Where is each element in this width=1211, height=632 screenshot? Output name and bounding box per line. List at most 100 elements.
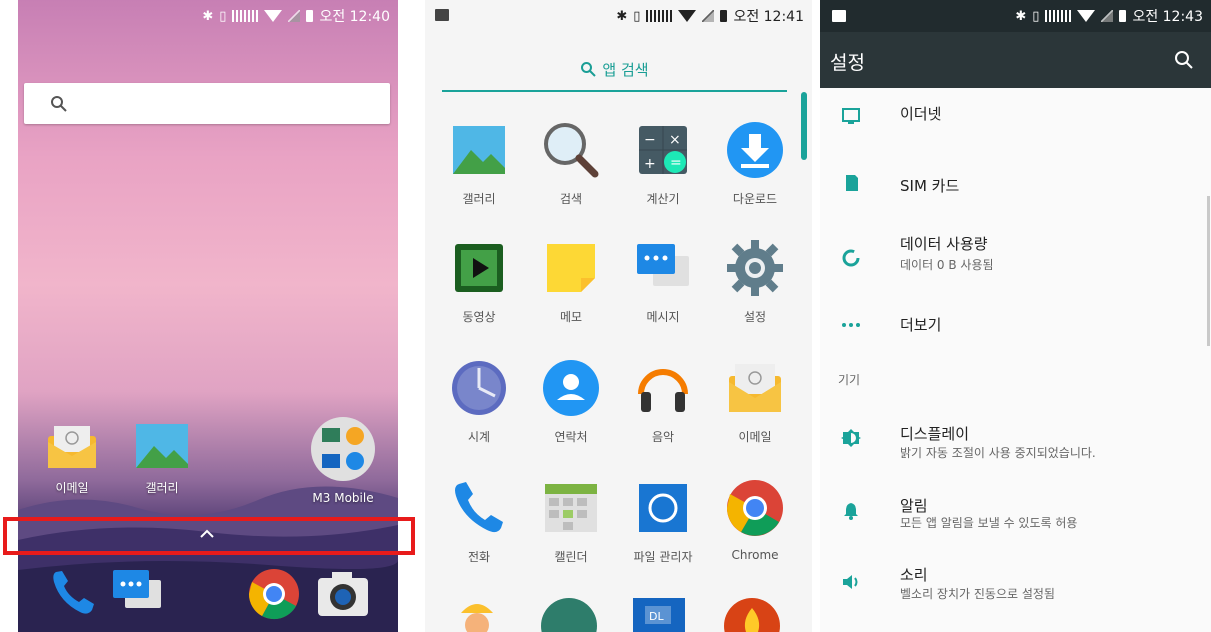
- wifi-icon: [264, 10, 283, 22]
- app-label: 메모: [559, 310, 583, 324]
- dl-app-icon[interactable]: DL: [631, 596, 687, 632]
- drawer-app-gallery[interactable]: 갤러리: [433, 120, 525, 207]
- drawer-app-chrome[interactable]: Chrome: [709, 478, 801, 562]
- drawer-app-memo[interactable]: 메모: [525, 238, 617, 325]
- drawer-app-file-manager[interactable]: 파일 관리자: [617, 478, 709, 565]
- sim-card-icon: [846, 175, 858, 191]
- drawer-app-calendar[interactable]: 캘린더: [525, 478, 617, 565]
- worker-app-icon[interactable]: [449, 595, 505, 632]
- contacts-icon: [543, 360, 599, 416]
- drawer-app-messages[interactable]: 메시지: [617, 238, 709, 325]
- no-signal-icon: [1101, 10, 1114, 22]
- bluetooth-icon: ✱: [1015, 8, 1027, 24]
- status-bar: ✱ ▯ 오전 12:41: [425, 0, 812, 32]
- settings-item-ethernet[interactable]: 이더넷: [820, 90, 1211, 154]
- email-icon: [48, 426, 96, 468]
- messages-icon: [637, 244, 689, 286]
- drawer-app-email[interactable]: 이메일: [709, 358, 801, 445]
- battery-icon: [1119, 10, 1127, 22]
- drawer-app-phone[interactable]: 전화: [433, 478, 525, 565]
- gear-icon: [727, 240, 783, 296]
- data-usage-icon: [842, 249, 860, 267]
- drawer-app-clock[interactable]: 시계: [433, 358, 525, 445]
- settings-item-subtitle: 밝기 자동 조절이 사용 중지되었습니다.: [900, 446, 1096, 460]
- app-label: 설정: [743, 310, 767, 324]
- app-label: 음악: [651, 430, 675, 444]
- drawer-scrollbar[interactable]: [801, 92, 807, 160]
- phone-icon: [455, 482, 503, 533]
- settings-item-title: SIM 카드: [900, 177, 960, 195]
- app-label: M3 Mobile: [312, 491, 374, 505]
- svg-text:=: =: [670, 155, 682, 171]
- home-app-gallery[interactable]: 갤러리: [134, 422, 190, 496]
- ethernet-icon: [842, 108, 860, 124]
- app-search-field[interactable]: 앱 검색: [442, 48, 787, 92]
- settings-scrollbar[interactable]: [1207, 196, 1210, 346]
- drawer-app-contacts[interactable]: 연락처: [525, 358, 617, 445]
- sound-icon: [843, 575, 858, 589]
- app-label: 검색: [559, 192, 583, 206]
- chrome-icon[interactable]: [248, 568, 300, 620]
- highlight-box: [3, 517, 415, 555]
- m3-mobile-folder-icon: [311, 417, 375, 481]
- page-title: 설정: [830, 52, 865, 74]
- battery-icon: [720, 10, 728, 22]
- gallery-icon: [453, 126, 505, 174]
- app-label: 갤러리: [462, 192, 496, 206]
- settings-item-display[interactable]: 디스플레이 밝기 자동 조절이 사용 중지되었습니다.: [820, 420, 1211, 484]
- app-label: 캘린더: [554, 550, 588, 564]
- settings-item-sim-card[interactable]: SIM 카드: [820, 160, 1211, 224]
- vibrate-icon: ▯: [633, 8, 641, 24]
- settings-item-sound[interactable]: 소리 벨소리 장치가 진동으로 설정됨: [820, 563, 1211, 627]
- app-label: 전화: [467, 550, 491, 564]
- app-label: 동영상: [462, 310, 496, 324]
- drawer-app-search[interactable]: 검색: [525, 120, 617, 207]
- status-bar: ✱ ▯ 오전 12:43: [820, 0, 1211, 32]
- calendar-icon: [545, 484, 597, 532]
- app-label: 갤러리: [145, 481, 179, 495]
- status-time: 오전 12:41: [733, 9, 804, 25]
- app-label: Chrome: [731, 548, 779, 562]
- no-signal-icon: [288, 10, 301, 22]
- app-label: 연락처: [554, 430, 588, 444]
- more-icon: [842, 323, 860, 327]
- messages-icon[interactable]: [111, 566, 165, 616]
- gallery-notification-icon: [832, 10, 846, 22]
- app-label: 이메일: [738, 430, 772, 444]
- app-label: 시계: [467, 430, 491, 444]
- settings-panel: ✱ ▯ 오전 12:43 설정 이더넷 SIM 카드 데이터 사용량 데이터 0…: [820, 0, 1211, 632]
- vibrate-icon: ▯: [1032, 8, 1040, 24]
- settings-item-notifications[interactable]: 알림 모든 앱 알림을 보낼 수 있도록 허용: [820, 492, 1211, 556]
- settings-item-title: 디스플레이: [900, 425, 970, 443]
- magnifier-icon: [544, 123, 599, 178]
- settings-item-title: 알림: [900, 497, 928, 515]
- drawer-app-settings[interactable]: 설정: [709, 238, 801, 325]
- settings-item-subtitle: 데이터 0 B 사용됨: [900, 258, 994, 272]
- settings-item-data-usage[interactable]: 데이터 사용량 데이터 0 B 사용됨: [820, 230, 1211, 294]
- email-icon: [729, 364, 781, 412]
- fire-app-icon[interactable]: [722, 596, 782, 632]
- battery-icon: [306, 10, 314, 22]
- download-icon: [727, 122, 783, 178]
- memo-icon: [547, 244, 595, 292]
- app-search-label: 앱 검색: [602, 60, 649, 79]
- file-manager-icon: [639, 484, 687, 532]
- camera-icon[interactable]: [316, 570, 370, 618]
- settings-item-subtitle: 벨소리 장치가 진동으로 설정됨: [900, 587, 1055, 601]
- drawer-app-video[interactable]: 동영상: [433, 238, 525, 325]
- phone-icon[interactable]: [48, 568, 98, 618]
- home-app-email[interactable]: 이메일: [44, 422, 100, 496]
- app-drawer-panel: ✱ ▯ 오전 12:41 앱 검색 갤러리 검색 − × + = 계산기 다운로드: [425, 0, 812, 632]
- search-icon: [51, 96, 67, 112]
- drawer-app-calculator[interactable]: − × + = 계산기: [617, 120, 709, 207]
- chart-app-icon[interactable]: [539, 596, 599, 632]
- headphones-icon: [638, 369, 688, 412]
- settings-item-more[interactable]: 더보기: [820, 300, 1211, 364]
- google-search-bar[interactable]: [24, 83, 390, 124]
- drawer-app-music[interactable]: 음악: [617, 358, 709, 445]
- drawer-app-downloads[interactable]: 다운로드: [709, 120, 801, 207]
- search-icon[interactable]: [1174, 50, 1194, 70]
- svg-text:+: +: [644, 156, 656, 172]
- status-time: 오전 12:43: [1132, 9, 1203, 25]
- home-folder-m3-mobile[interactable]: M3 Mobile: [308, 416, 378, 505]
